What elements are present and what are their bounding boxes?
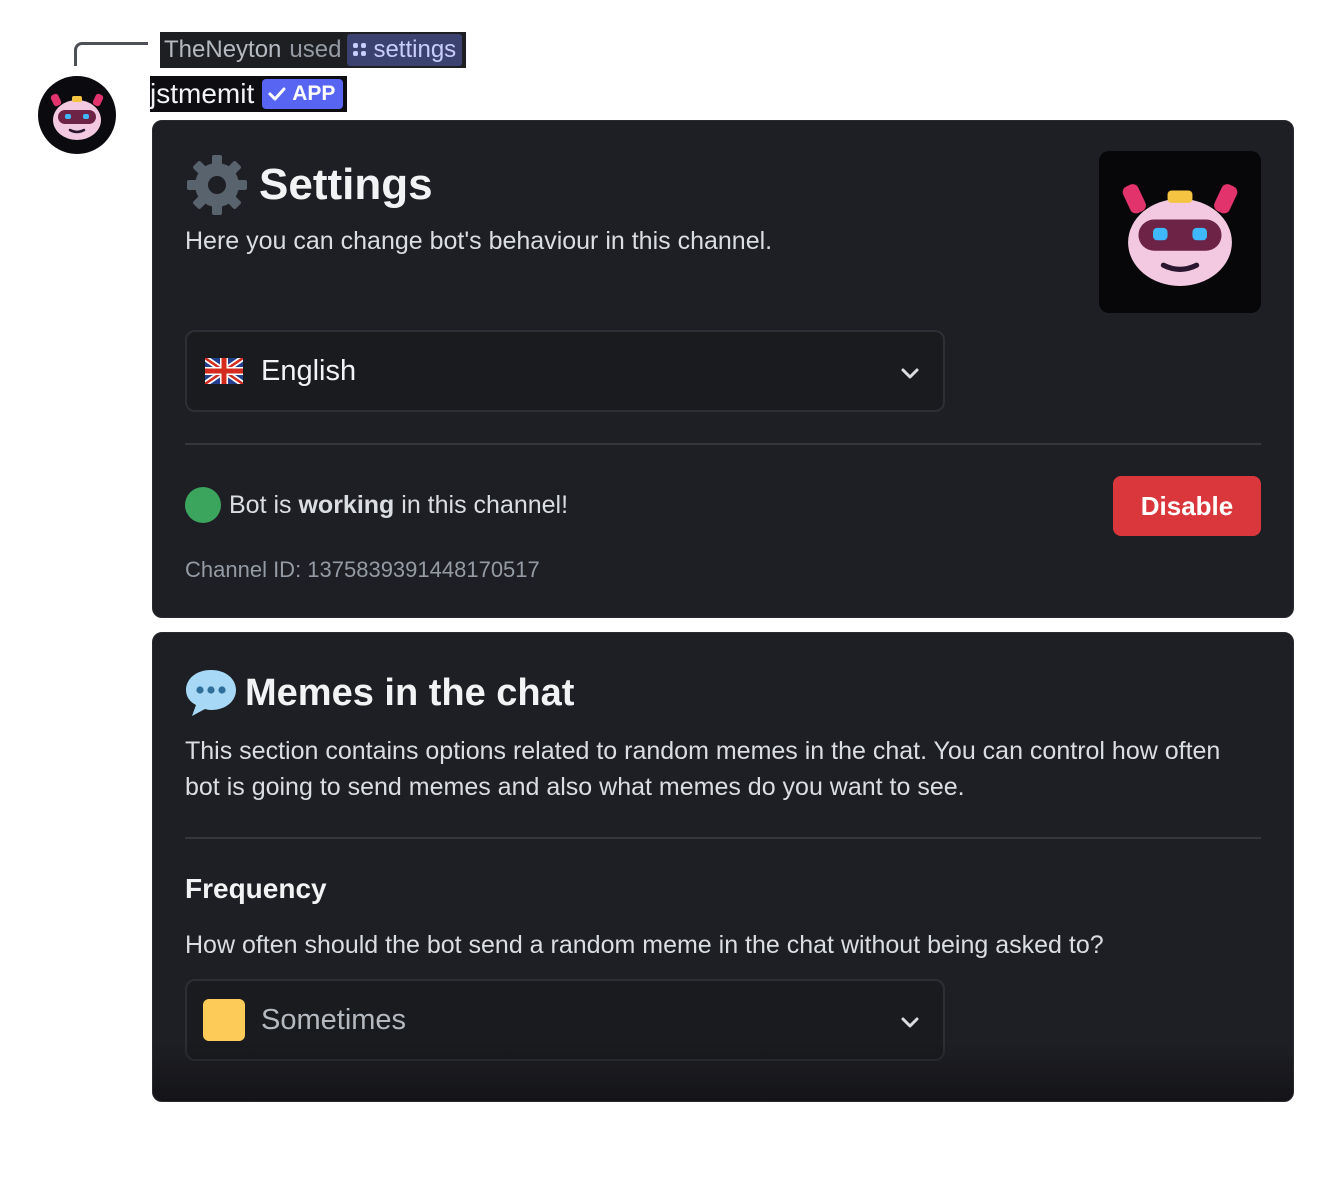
frequency-selected: Sometimes [261,1003,407,1036]
app-badge-label: APP [292,82,336,105]
green-circle-icon [185,487,221,523]
yellow-square-icon [203,999,245,1041]
language-selected: English [261,354,357,387]
author-name[interactable]: jstmemit [150,78,254,110]
settings-description: Here you can change bot's behaviour in t… [185,227,773,255]
uk-flag-icon [205,358,243,384]
reply-header: TheNeyton used settings [160,32,467,68]
frequency-heading: Frequency [185,873,327,904]
memes-description-line-1: This section contains options related to… [185,737,1221,765]
chevron-down-icon [901,368,919,379]
disable-button[interactable]: Disable [1113,476,1261,536]
checkmark-icon [268,87,286,101]
app-badge: APP [262,79,344,109]
memes-divider [185,837,1261,839]
status-prefix: Bot is [229,491,292,519]
memes-description-line-2: bot is going to send memes and also what… [185,773,965,801]
frequency-question: How often should the bot send a random m… [185,931,1104,959]
chevron-down-icon [901,1017,919,1028]
bot-status: Bot is working in this channel! [185,487,568,523]
slash-command-label: settings [373,36,457,63]
frequency-select[interactable]: Sometimes [185,979,945,1061]
channel-id: Channel ID: 1375839391448170517 [185,557,540,582]
status-suffix: in this channel! [401,491,569,519]
settings-title: Settings [259,160,433,209]
author-line: jstmemit APP [150,76,348,112]
slash-command-chip[interactable]: settings [347,34,463,66]
memes-container: Memes in the chat This section contains … [152,632,1294,1102]
robot-face-icon [50,93,104,140]
bot-avatar[interactable] [38,76,116,154]
speech-balloon-icon [186,670,236,716]
gear-icon [187,155,247,215]
reply-used-text: used [289,36,342,63]
settings-header: Settings [185,153,433,217]
memes-title: Memes in the chat [245,671,575,714]
reply-connector [74,42,148,66]
discord-message: TheNeyton used settings jstmemit APP Set… [0,0,1329,1191]
reply-username[interactable]: TheNeyton [164,36,281,64]
slash-command-icon [353,43,367,57]
status-bold: working [298,491,395,519]
robot-face-icon [1122,184,1238,286]
language-select[interactable]: English [185,330,945,412]
bot-thumbnail [1099,151,1261,313]
settings-container: Settings Here you can change bot's behav… [152,120,1294,618]
settings-divider [185,443,1261,445]
memes-header: Memes in the chat [183,667,574,719]
